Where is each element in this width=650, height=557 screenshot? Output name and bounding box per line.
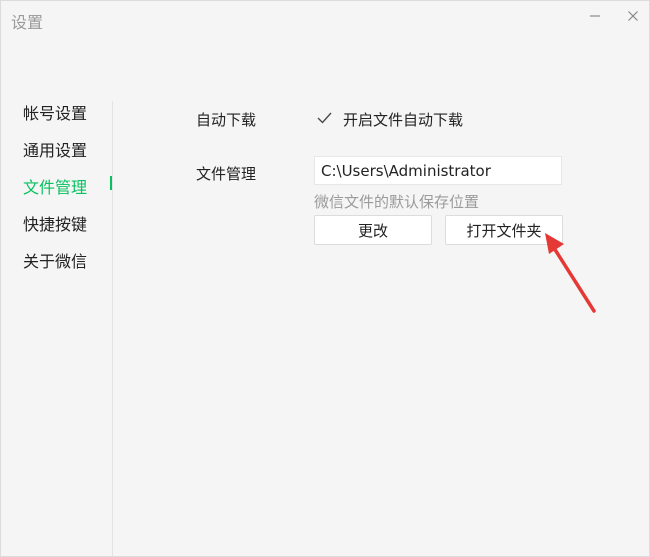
close-icon	[628, 11, 638, 21]
file-management-label: 文件管理	[196, 165, 257, 183]
window-title: 设置	[11, 13, 44, 32]
sidebar-item-shortcuts[interactable]: 快捷按键	[23, 211, 87, 235]
close-button[interactable]	[619, 5, 647, 27]
change-path-button[interactable]: 更改	[314, 215, 432, 245]
auto-download-checkbox[interactable]	[316, 109, 333, 126]
minimize-icon	[590, 15, 600, 17]
minimize-button[interactable]	[581, 5, 609, 27]
save-path-hint: 微信文件的默认保存位置	[314, 193, 480, 211]
sidebar-item-file-management[interactable]: 文件管理	[23, 174, 87, 198]
auto-download-checkbox-label[interactable]: 开启文件自动下载	[343, 109, 463, 130]
sidebar-item-account-settings[interactable]: 帐号设置	[23, 100, 87, 124]
red-arrow-annotation	[545, 233, 596, 313]
auto-download-label: 自动下载	[196, 111, 257, 129]
sidebar-divider	[112, 101, 113, 556]
checkmark-icon	[317, 112, 332, 124]
save-path-input[interactable]	[314, 156, 562, 185]
sidebar-item-about-wechat[interactable]: 关于微信	[23, 248, 87, 272]
settings-window: 设置 帐号设置 通用设置 文件管理 快捷按键 关于微信 自动下载 开启文件自动下…	[0, 0, 650, 557]
sidebar-item-general-settings[interactable]: 通用设置	[23, 137, 87, 161]
